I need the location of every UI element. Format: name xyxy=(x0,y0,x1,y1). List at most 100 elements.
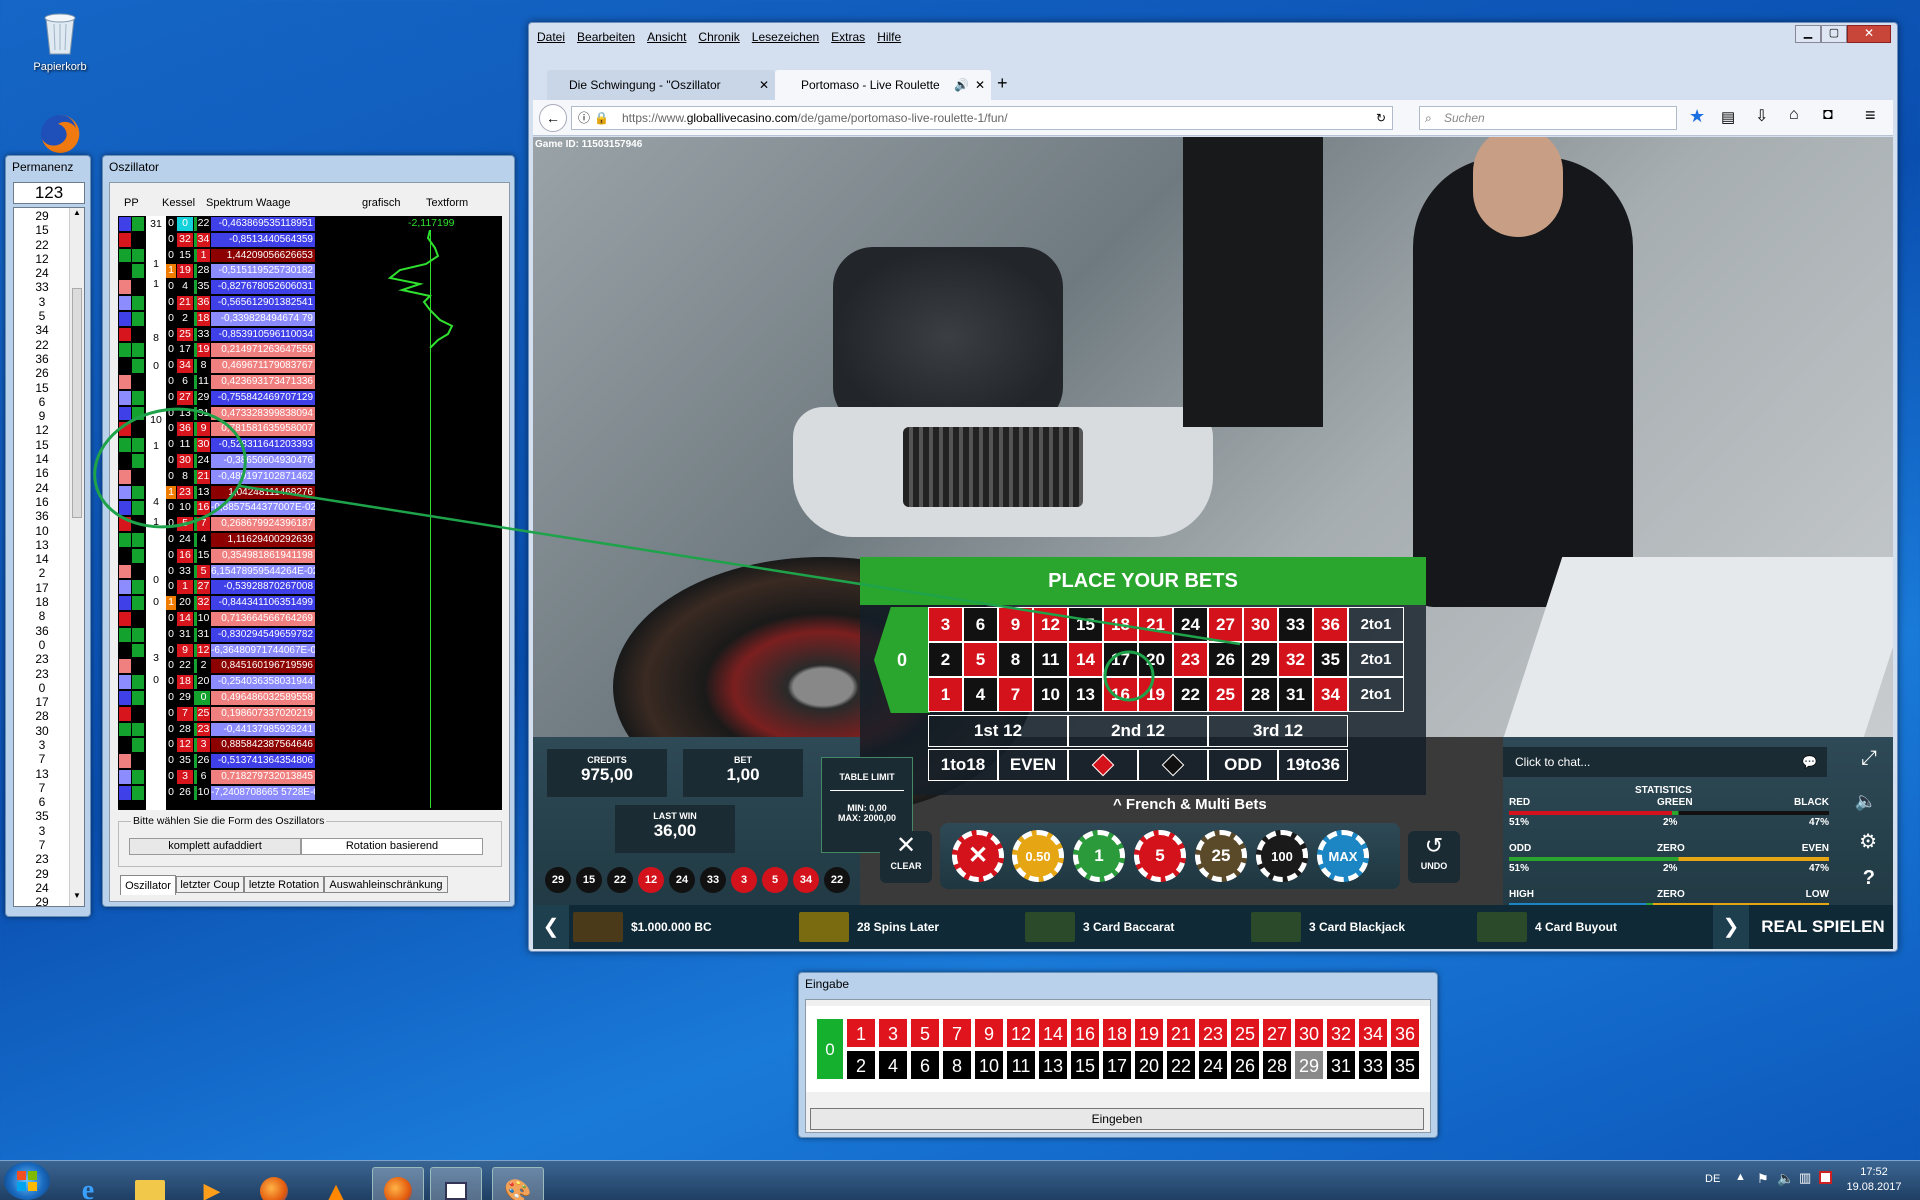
chat-input[interactable]: Click to chat... 💬 xyxy=(1503,747,1827,777)
eingabe-cell-32[interactable]: 32 xyxy=(1326,1018,1356,1048)
game-tile[interactable]: 3 Card Blackjack xyxy=(1251,905,1405,949)
close-window-button[interactable]: ✕ xyxy=(1847,25,1891,43)
eingeben-button[interactable]: Eingeben xyxy=(810,1108,1424,1130)
menu-bearbeiten[interactable]: Bearbeiten xyxy=(577,30,635,44)
permanenz-list[interactable]: 29 15 22 12 24 33 3 5 34 22 36 26 15 6 9 12 15 14 16 24 16 36… xyxy=(13,207,85,907)
search-field[interactable]: ⌕ Suchen xyxy=(1419,106,1677,130)
chip-25[interactable]: 25 xyxy=(1195,830,1247,882)
bet-cell-15[interactable]: 15 xyxy=(1068,607,1103,642)
eingabe-cell-13[interactable]: 13 xyxy=(1038,1050,1068,1080)
tray-up-arrow-icon[interactable]: ▲ xyxy=(1735,1171,1746,1183)
reading-list-icon[interactable]: ▤ xyxy=(1721,108,1735,126)
col-grafisch[interactable]: grafisch xyxy=(362,197,401,209)
chip-100[interactable]: 100 xyxy=(1256,830,1308,882)
eingabe-cell-16[interactable]: 16 xyxy=(1070,1018,1100,1048)
eingabe-cell-2[interactable]: 2 xyxy=(846,1050,876,1080)
tray-network-icon[interactable]: ▥ xyxy=(1799,1170,1811,1186)
bet-cell-13[interactable]: 13 xyxy=(1068,677,1103,712)
eingabe-cell-34[interactable]: 34 xyxy=(1358,1018,1388,1048)
url-bar[interactable]: ⓘ 🔒 https://www.globallivecasino.com/de/… xyxy=(571,106,1393,130)
bet-cell-9[interactable]: 9 xyxy=(998,607,1033,642)
zero-cell[interactable]: 0 xyxy=(874,607,930,713)
scroll-thumb[interactable] xyxy=(72,288,82,518)
taskbar-app-window[interactable] xyxy=(430,1167,482,1200)
eingabe-cell-31[interactable]: 31 xyxy=(1326,1050,1356,1080)
dozen-bet-2[interactable]: 2nd 12 xyxy=(1068,715,1208,747)
dozen-bet-3[interactable]: 3rd 12 xyxy=(1208,715,1348,747)
permanenz-scrollbar[interactable]: ▲ ▼ xyxy=(69,208,84,906)
game-tile[interactable]: 3 Card Baccarat xyxy=(1025,905,1174,949)
column-bet-2[interactable]: 2to1 xyxy=(1348,642,1404,677)
eingabe-cell-20[interactable]: 20 xyxy=(1134,1050,1164,1080)
outside-bet[interactable]: 1to18 xyxy=(928,749,998,781)
outside-bet[interactable]: ODD xyxy=(1208,749,1278,781)
strip-prev-button[interactable]: ❮ xyxy=(533,905,569,949)
tab-auswahleinschraenkung[interactable]: Auswahleinschränkung xyxy=(324,876,448,893)
bet-cell-12[interactable]: 12 xyxy=(1033,607,1068,642)
col-spektrum[interactable]: Spektrum xyxy=(206,197,253,209)
bet-cell-24[interactable]: 24 xyxy=(1173,607,1208,642)
bet-cell-17[interactable]: 17 xyxy=(1103,642,1138,677)
bet-cell-19[interactable]: 19 xyxy=(1138,677,1173,712)
strip-next-button[interactable]: ❯ xyxy=(1713,905,1749,949)
chip-5[interactable]: 5 xyxy=(1134,830,1186,882)
scroll-up-icon[interactable]: ▲ xyxy=(70,208,84,223)
col-waage[interactable]: Waage xyxy=(256,197,290,209)
eingabe-cell-5[interactable]: 5 xyxy=(910,1018,940,1048)
eingabe-cell-26[interactable]: 26 xyxy=(1230,1050,1260,1080)
french-bets-link[interactable]: ^ French & Multi Bets xyxy=(1113,796,1267,813)
eingabe-cell-35[interactable]: 35 xyxy=(1390,1050,1420,1080)
bet-cell-30[interactable]: 30 xyxy=(1243,607,1278,642)
bet-cell-28[interactable]: 28 xyxy=(1243,677,1278,712)
real-play-button[interactable]: REAL SPIELEN xyxy=(1753,905,1893,949)
menu-chronik[interactable]: Chronik xyxy=(698,30,739,44)
bet-cell-1[interactable]: 1 xyxy=(928,677,963,712)
clock[interactable]: 17:52 19.08.2017 xyxy=(1836,1165,1912,1195)
fullscreen-icon[interactable]: ⤢ xyxy=(1861,747,1877,770)
menu-hilfe[interactable]: Hilfe xyxy=(877,30,901,44)
menu-ansicht[interactable]: Ansicht xyxy=(647,30,686,44)
pocket-icon[interactable]: ◘ xyxy=(1823,106,1833,124)
bet-cell-10[interactable]: 10 xyxy=(1033,677,1068,712)
outside-bet[interactable]: 19to36 xyxy=(1278,749,1348,781)
bet-cell-25[interactable]: 25 xyxy=(1208,677,1243,712)
col-pp[interactable]: PP xyxy=(124,197,139,209)
eingabe-cell-21[interactable]: 21 xyxy=(1166,1018,1196,1048)
eingabe-cell-24[interactable]: 24 xyxy=(1198,1050,1228,1080)
column-bet-3[interactable]: 2to1 xyxy=(1348,677,1404,712)
tab-oszillator[interactable]: Oszillator xyxy=(120,875,176,895)
bet-cell-2[interactable]: 2 xyxy=(928,642,963,677)
eingabe-cell-28[interactable]: 28 xyxy=(1262,1050,1292,1080)
eingabe-cell-8[interactable]: 8 xyxy=(942,1050,972,1080)
eingabe-cell-18[interactable]: 18 xyxy=(1102,1018,1132,1048)
tab-portomaso[interactable]: Portomaso - Live Roulette 🔊 ✕ xyxy=(775,70,991,100)
eingabe-cell-6[interactable]: 6 xyxy=(910,1050,940,1080)
tray-flag-icon[interactable]: ⚑ xyxy=(1757,1171,1769,1187)
menu-lesezeichen[interactable]: Lesezeichen xyxy=(752,30,819,44)
red-bet[interactable] xyxy=(1068,749,1138,781)
eingabe-cell-29[interactable]: 29 xyxy=(1294,1050,1324,1080)
outside-bet[interactable]: EVEN xyxy=(998,749,1068,781)
taskbar-vlc[interactable]: ▲ xyxy=(310,1167,362,1200)
recycle-bin[interactable]: Papierkorb xyxy=(20,8,100,73)
eingabe-cell-25[interactable]: 25 xyxy=(1230,1018,1260,1048)
bet-cell-22[interactable]: 22 xyxy=(1173,677,1208,712)
eingabe-cell-19[interactable]: 19 xyxy=(1134,1018,1164,1048)
bet-cell-18[interactable]: 18 xyxy=(1103,607,1138,642)
bet-cell-7[interactable]: 7 xyxy=(998,677,1033,712)
download-icon[interactable]: ⇩ xyxy=(1755,106,1768,126)
back-button[interactable]: ← xyxy=(539,104,567,132)
bet-cell-3[interactable]: 3 xyxy=(928,607,963,642)
firefox-desktop-shortcut[interactable] xyxy=(20,112,100,159)
eingabe-cell-9[interactable]: 9 xyxy=(974,1018,1004,1048)
bet-cell-27[interactable]: 27 xyxy=(1208,607,1243,642)
eingabe-cell-12[interactable]: 12 xyxy=(1006,1018,1036,1048)
permanenz-input[interactable]: 123 xyxy=(13,182,85,204)
eingabe-cell-1[interactable]: 1 xyxy=(846,1018,876,1048)
bet-cell-20[interactable]: 20 xyxy=(1138,642,1173,677)
eingabe-cell-4[interactable]: 4 xyxy=(878,1050,908,1080)
bet-cell-29[interactable]: 29 xyxy=(1243,642,1278,677)
taskbar-firefox[interactable] xyxy=(248,1167,300,1200)
tab2-close-icon[interactable]: ✕ xyxy=(975,70,985,100)
maximize-button[interactable]: ▢ xyxy=(1821,25,1847,43)
